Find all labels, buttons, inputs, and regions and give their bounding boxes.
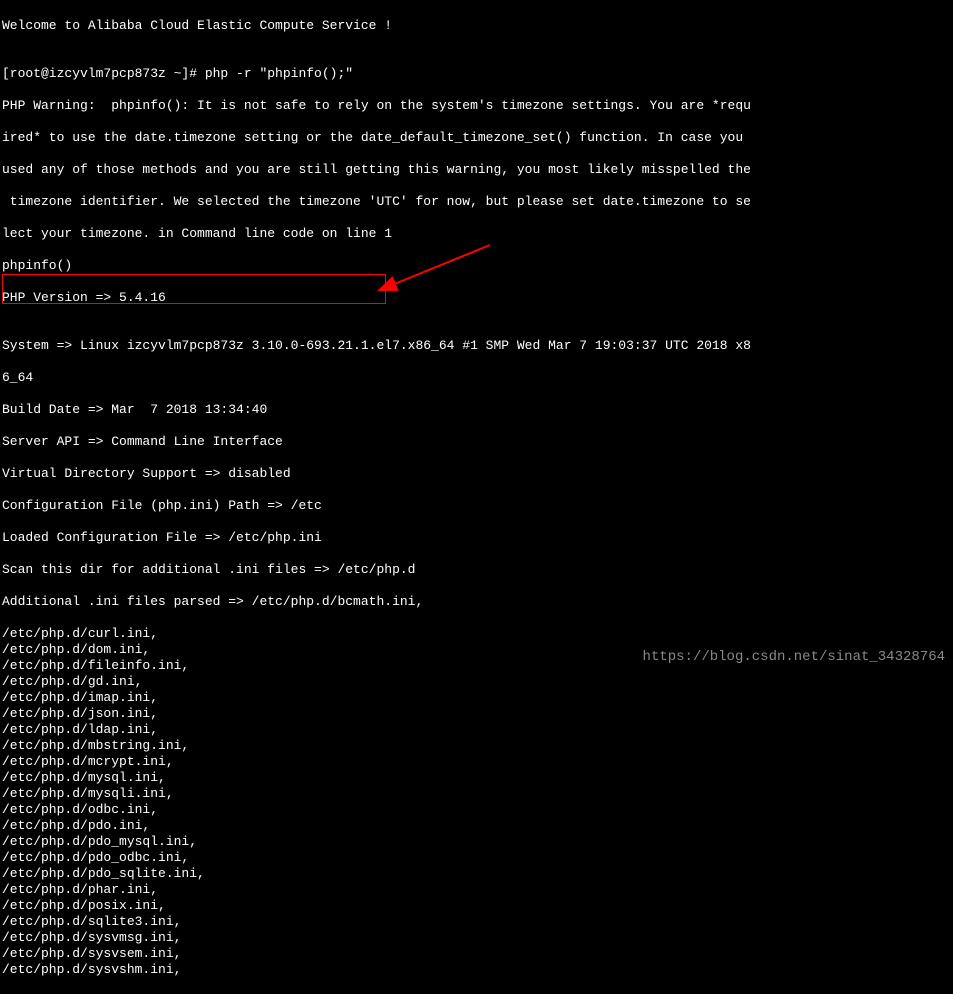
system-line-2: 6_64 [2, 370, 951, 386]
ini-files-list: /etc/php.d/curl.ini,/etc/php.d/dom.ini,/… [2, 626, 951, 978]
warning-line-5: lect your timezone. in Command line code… [2, 226, 951, 242]
config-path-line: Configuration File (php.ini) Path => /et… [2, 498, 951, 514]
ini-file-line: /etc/php.d/sysvsem.ini, [2, 946, 951, 962]
ini-file-line: /etc/php.d/pdo_mysql.ini, [2, 834, 951, 850]
system-line-1: System => Linux izcyvlm7pcp873z 3.10.0-6… [2, 338, 951, 354]
ini-file-line: /etc/php.d/json.ini, [2, 706, 951, 722]
scan-dir-line: Scan this dir for additional .ini files … [2, 562, 951, 578]
virtual-dir-line: Virtual Directory Support => disabled [2, 466, 951, 482]
ini-file-line: /etc/php.d/pdo_sqlite.ini, [2, 866, 951, 882]
welcome-line: Welcome to Alibaba Cloud Elastic Compute… [2, 18, 951, 34]
ini-file-line: /etc/php.d/mcrypt.ini, [2, 754, 951, 770]
warning-line-2: ired* to use the date.timezone setting o… [2, 130, 951, 146]
warning-line-4: timezone identifier. We selected the tim… [2, 194, 951, 210]
loaded-config-line: Loaded Configuration File => /etc/php.in… [2, 530, 951, 546]
ini-file-line: /etc/php.d/pdo.ini, [2, 818, 951, 834]
ini-file-line: /etc/php.d/posix.ini, [2, 898, 951, 914]
ini-file-line: /etc/php.d/gd.ini, [2, 674, 951, 690]
prompt-line: [root@izcyvlm7pcp873z ~]# php -r "phpinf… [2, 66, 951, 82]
ini-file-line: /etc/php.d/pdo_odbc.ini, [2, 850, 951, 866]
ini-file-line: /etc/php.d/phar.ini, [2, 882, 951, 898]
phpinfo-call-line: phpinfo() [2, 258, 951, 274]
server-api-line: Server API => Command Line Interface [2, 434, 951, 450]
watermark-text: https://blog.csdn.net/sinat_34328764 [643, 649, 945, 665]
ini-file-line: /etc/php.d/odbc.ini, [2, 802, 951, 818]
ini-file-line: /etc/php.d/imap.ini, [2, 690, 951, 706]
warning-line-3: used any of those methods and you are st… [2, 162, 951, 178]
ini-file-line: /etc/php.d/mbstring.ini, [2, 738, 951, 754]
ini-file-line: /etc/php.d/mysql.ini, [2, 770, 951, 786]
ini-file-line: /etc/php.d/curl.ini, [2, 626, 951, 642]
php-version-line: PHP Version => 5.4.16 [2, 290, 951, 306]
terminal-output[interactable]: Welcome to Alibaba Cloud Elastic Compute… [2, 2, 951, 994]
build-date-line: Build Date => Mar 7 2018 13:34:40 [2, 402, 951, 418]
ini-file-line: /etc/php.d/sysvmsg.ini, [2, 930, 951, 946]
warning-line-1: PHP Warning: phpinfo(): It is not safe t… [2, 98, 951, 114]
ini-file-line: /etc/php.d/sqlite3.ini, [2, 914, 951, 930]
ini-file-line: /etc/php.d/sysvshm.ini, [2, 962, 951, 978]
ini-file-line: /etc/php.d/mysqli.ini, [2, 786, 951, 802]
ini-file-line: /etc/php.d/ldap.ini, [2, 722, 951, 738]
additional-ini-line: Additional .ini files parsed => /etc/php… [2, 594, 951, 610]
